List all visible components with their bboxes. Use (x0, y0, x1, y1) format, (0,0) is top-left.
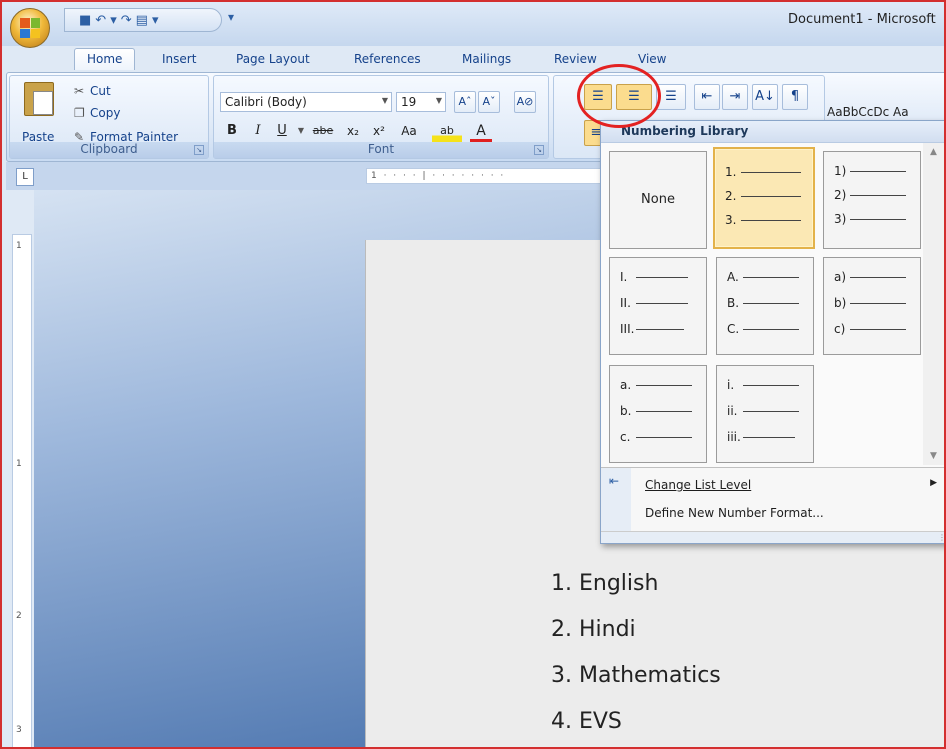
underline-dropdown-icon[interactable]: ▼ (296, 120, 306, 142)
list-item[interactable]: 3. Mathematics (551, 656, 721, 702)
numbering-format-alpha-lower-dot[interactable]: a. b. c. (609, 365, 707, 463)
horizontal-ruler[interactable]: 1 · · · · | · · · · · · · · (366, 168, 614, 184)
font-size-select[interactable]: 19 ▼ (396, 92, 446, 112)
tab-selector-button[interactable]: L (16, 168, 34, 186)
list-level-icon: ⇤ (609, 474, 620, 488)
grip-icon: ⋮ (938, 533, 946, 542)
copy-icon: ❐ (74, 106, 85, 120)
table-icon[interactable]: ▤ (136, 14, 148, 27)
table-dropdown-icon[interactable]: ▾ (152, 14, 159, 27)
vertical-ruler[interactable]: 1 1 2 3 (12, 234, 32, 747)
title-bar: ■ ↶ ▾ ↷ ▤ ▾ ▾ Document1 - Microsoft (2, 2, 944, 48)
font-label: Font (214, 142, 548, 158)
tab-view[interactable]: View (638, 52, 666, 66)
office-logo-icon (20, 18, 40, 38)
undo-dropdown-icon[interactable]: ▾ (110, 14, 117, 27)
numbering-format-roman-lower[interactable]: i. ii. iii. (716, 365, 814, 463)
underline-button[interactable]: U (274, 120, 290, 142)
tab-home[interactable]: Home (74, 48, 136, 70)
window-title: Document1 - Microsoft (788, 12, 936, 27)
bold-button[interactable]: B (224, 120, 240, 142)
redo-icon[interactable]: ↷ (121, 14, 132, 27)
annotation-circle (577, 64, 661, 128)
tab-page-layout[interactable]: Page Layout (236, 52, 310, 66)
chevron-down-icon: ▼ (435, 96, 442, 105)
office-button[interactable] (10, 8, 50, 48)
ruler-mark: 1 (16, 459, 22, 469)
copy-button[interactable]: ❐ Copy (74, 106, 120, 120)
sort-button[interactable]: A↓ (752, 84, 778, 110)
list-item[interactable]: 1. English (551, 564, 721, 610)
ruler-mark: 3 (16, 725, 22, 735)
chevron-down-icon: ▼ (381, 96, 388, 105)
numbering-library-dropdown: Numbering Library None 1. 2. 3. 1) 2) 3)… (600, 120, 946, 544)
gallery-footer-menu: ⇤ Change List Level ▶ Define New Number … (601, 467, 944, 532)
strikethrough-button[interactable]: abe (310, 120, 336, 142)
quick-styles-gallery[interactable]: AaBbCcDc Aa (827, 105, 909, 119)
change-case-button[interactable]: Aa (394, 120, 424, 142)
clipboard-group: Paste ▼ ✂Cut ❐Copy ✎Format Painter Clipb… (9, 75, 209, 159)
list-item[interactable]: 2. Hindi (551, 610, 721, 656)
gallery-scrollbar[interactable]: ▲ ▼ (923, 143, 944, 465)
font-family-select[interactable]: Calibri (Body) ▼ (220, 92, 392, 112)
undo-icon[interactable]: ↶ (95, 14, 106, 27)
shrink-font-button[interactable]: Aˇ (478, 91, 500, 113)
increase-indent-button[interactable]: ⇥ (722, 84, 748, 110)
numbering-format-roman-upper[interactable]: I. II. III. (609, 257, 707, 355)
font-color-button[interactable]: A (470, 120, 492, 142)
scroll-up-icon[interactable]: ▲ (930, 147, 937, 157)
tab-review[interactable]: Review (554, 52, 597, 66)
clipboard-launcher-icon[interactable]: ↘ (194, 145, 204, 155)
numbering-format-alpha-lower-paren[interactable]: a) b) c) (823, 257, 921, 355)
highlight-button[interactable]: ab (432, 120, 462, 142)
ruler-mark: 2 (16, 611, 22, 621)
font-group: Calibri (Body) ▼ 19 ▼ Aˆ Aˇ A⊘ B I U ▼ a… (213, 75, 549, 159)
clipboard-label: Clipboard (10, 142, 208, 158)
scroll-down-icon[interactable]: ▼ (930, 451, 937, 461)
numbering-format-alpha-upper[interactable]: A. B. C. (716, 257, 814, 355)
tab-references[interactable]: References (354, 52, 421, 66)
paste-icon[interactable] (24, 82, 54, 116)
change-list-level-menu-item[interactable]: Change List Level (645, 478, 751, 492)
save-icon[interactable]: ■ (79, 14, 91, 27)
ruler-mark: 1 (16, 241, 22, 251)
superscript-button[interactable]: x² (368, 120, 390, 142)
tab-insert[interactable]: Insert (162, 52, 196, 66)
document-numbered-list: 1. English 2. Hindi 3. Mathematics 4. EV… (551, 564, 721, 747)
italic-button[interactable]: I (250, 120, 266, 142)
scissors-icon: ✂ (74, 84, 85, 98)
cut-button[interactable]: ✂ Cut (74, 84, 111, 98)
quick-access-toolbar: ■ ↶ ▾ ↷ ▤ ▾ (64, 8, 222, 32)
grow-font-button[interactable]: Aˆ (454, 91, 476, 113)
font-launcher-icon[interactable]: ↘ (534, 145, 544, 155)
decrease-indent-button[interactable]: ⇤ (694, 84, 720, 110)
tab-mailings[interactable]: Mailings (462, 52, 511, 66)
word-window: ■ ↶ ▾ ↷ ▤ ▾ ▾ Document1 - Microsoft Home… (0, 0, 946, 749)
show-marks-button[interactable]: ¶ (782, 84, 808, 110)
qat-customize-icon[interactable]: ▾ (228, 10, 234, 24)
clear-formatting-button[interactable]: A⊘ (514, 91, 536, 113)
define-new-number-format-menu-item[interactable]: Define New Number Format... (645, 506, 824, 520)
resize-grip[interactable]: ⋮ (601, 531, 946, 543)
numbering-format-numeric-dot[interactable]: 1. 2. 3. (713, 147, 815, 249)
list-item[interactable]: 4. EVS (551, 702, 721, 747)
numbering-format-numeric-paren[interactable]: 1) 2) 3) (823, 151, 921, 249)
ribbon-tabs: Home Insert Page Layout References Maili… (2, 46, 944, 72)
numbering-library-header: Numbering Library (601, 121, 944, 143)
submenu-arrow-icon: ▶ (930, 478, 937, 488)
subscript-button[interactable]: x₂ (342, 120, 364, 142)
numbering-format-none[interactable]: None (609, 151, 707, 249)
